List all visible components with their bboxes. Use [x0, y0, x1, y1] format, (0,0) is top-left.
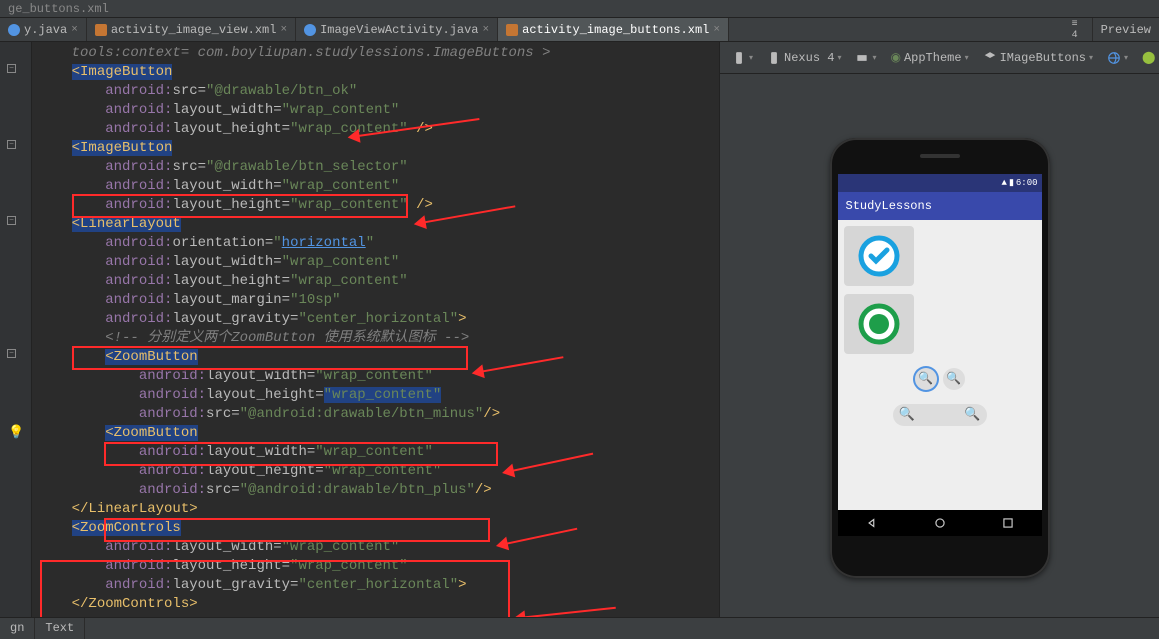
zoom-in-button[interactable]: 🔍	[943, 368, 965, 390]
zoom-out-icon: 🔍	[899, 407, 915, 422]
tab-java[interactable]: y.java×	[0, 18, 87, 41]
gutter[interactable]: − − − − 💡	[0, 42, 32, 617]
code-editor[interactable]: − − − − 💡 tools:context= com.boyliupan.s…	[0, 42, 719, 617]
rotate-icon	[855, 51, 869, 65]
layers-icon	[983, 51, 997, 65]
phone-icon	[767, 51, 781, 65]
device-select[interactable]: Nexus 4▾	[763, 49, 845, 67]
preview-toolbar-2	[720, 74, 1159, 98]
zoom-plus-icon: 🔍	[946, 371, 961, 386]
android-navbar	[838, 510, 1042, 536]
theme-icon: ◉	[890, 50, 900, 65]
fold-toggle-icon[interactable]: −	[7, 64, 16, 73]
status-bar: ▲▮6:00	[838, 174, 1042, 192]
signal-icon: ▮	[1009, 178, 1014, 188]
preview-panel: ▾ Nexus 4▾ ▾ ◉AppTheme▾ IMageButtons▾ ▾ …	[719, 42, 1159, 617]
java-icon	[8, 24, 20, 36]
code-area[interactable]: tools:context= com.boyliupan.studylessio…	[32, 42, 719, 617]
tab-java-activity[interactable]: ImageViewActivity.java×	[296, 18, 498, 41]
java-icon	[304, 24, 316, 36]
wifi-icon: ▲	[1002, 178, 1007, 188]
globe-icon	[1107, 51, 1121, 65]
fold-toggle-icon[interactable]: −	[7, 216, 16, 225]
preview-toolbar: ▾ Nexus 4▾ ▾ ◉AppTheme▾ IMageButtons▾ ▾ …	[720, 42, 1159, 74]
close-icon[interactable]: ×	[280, 24, 287, 36]
zoom-controls[interactable]: 🔍🔍	[893, 404, 987, 426]
circle-dot-icon	[857, 302, 901, 346]
api-select[interactable]: ⬤23▾	[1138, 48, 1159, 67]
xml-icon	[506, 24, 518, 36]
android-icon: ⬤	[1142, 50, 1155, 65]
text-tab[interactable]: Text	[35, 618, 85, 639]
breadcrumb[interactable]: ge_buttons.xml	[0, 0, 1159, 18]
zoom-button-row: 🔍 🔍	[844, 368, 1036, 390]
tab-xml-buttons[interactable]: activity_image_buttons.xml×	[498, 18, 729, 41]
theme-select[interactable]: ◉AppTheme▾	[886, 48, 972, 67]
fold-toggle-icon[interactable]: −	[7, 349, 16, 358]
design-tab[interactable]: gn	[0, 618, 35, 639]
close-icon[interactable]: ×	[71, 24, 78, 36]
editor-tabbar: y.java× activity_image_view.xml× ImageVi…	[0, 18, 1159, 42]
zoom-out-button[interactable]: 🔍	[915, 368, 937, 390]
locale-select[interactable]: ▾	[1103, 49, 1132, 67]
phone-icon	[732, 51, 746, 65]
close-icon[interactable]: ×	[483, 24, 490, 36]
device-screen: ▲▮6:00 StudyLessons 🔍 🔍	[838, 174, 1042, 536]
device-frame: ▲▮6:00 StudyLessons 🔍 🔍	[830, 138, 1050, 578]
preview-tab-label[interactable]: Preview	[1093, 18, 1159, 41]
app-bar: StudyLessons	[838, 192, 1042, 220]
back-icon[interactable]	[865, 516, 879, 530]
tab-xml-view[interactable]: activity_image_view.xml×	[87, 18, 296, 41]
layout-content: 🔍 🔍 🔍🔍	[838, 220, 1042, 510]
close-icon[interactable]: ×	[713, 24, 720, 36]
list-icon: ≡ 4	[1072, 24, 1084, 36]
zoom-minus-icon: 🔍	[918, 371, 933, 386]
image-button-ok[interactable]	[844, 226, 914, 286]
home-icon[interactable]	[933, 516, 947, 530]
check-circle-icon	[857, 234, 901, 278]
tab-switcher[interactable]: ≡ 4	[1064, 18, 1093, 41]
zoom-in-icon: 🔍	[964, 407, 980, 422]
activity-select[interactable]: IMageButtons▾	[979, 49, 1097, 67]
lightbulb-icon[interactable]: 💡	[8, 425, 24, 440]
device-chooser[interactable]: ▾	[728, 49, 757, 67]
orientation-button[interactable]: ▾	[851, 49, 880, 67]
image-button-selector[interactable]	[844, 294, 914, 354]
xml-icon	[95, 24, 107, 36]
editor-bottom-tabs: gn Text	[0, 617, 1159, 639]
recents-icon[interactable]	[1001, 516, 1015, 530]
fold-toggle-icon[interactable]: −	[7, 140, 16, 149]
